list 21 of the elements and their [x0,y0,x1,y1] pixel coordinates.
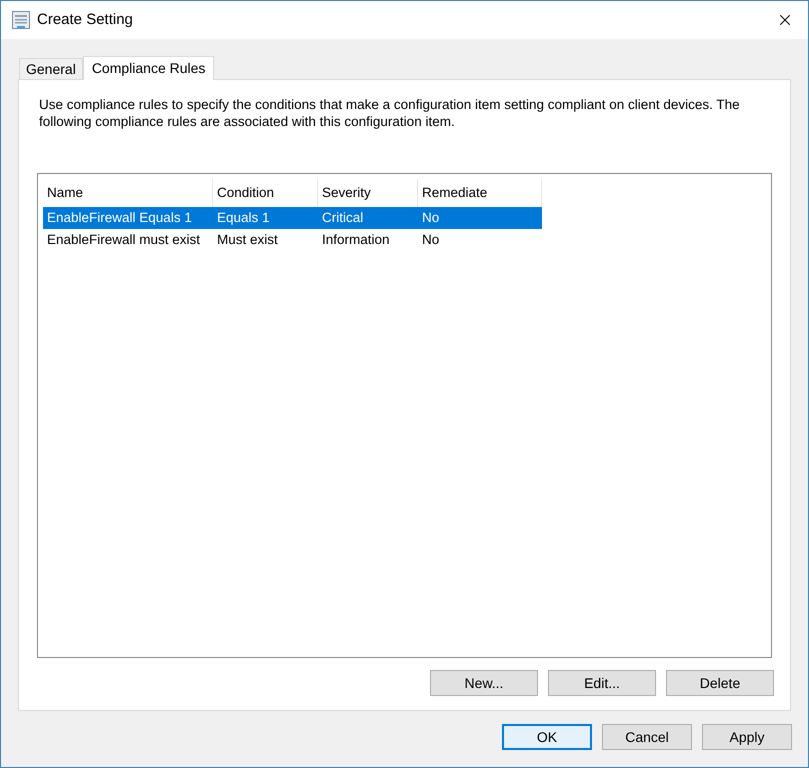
table-cell-text: Information [321,230,391,249]
table-row[interactable]: EnableFirewall Equals 1 Equals 1 Critical No [43,207,542,229]
dialog-button[interactable]: Apply [702,724,792,750]
table-cell-text: EnableFirewall Equals 1 [46,208,193,227]
tab[interactable]: Compliance Rules [82,56,214,80]
dialog-button[interactable]: Cancel [602,724,692,750]
table-cell-text: Critical [321,208,364,227]
table-cell-text: No [421,208,440,227]
dialog-button[interactable]: OK [502,724,592,750]
table-row[interactable]: EnableFirewall must exist Must exist Information No [43,229,542,251]
description-text: Use compliance rules to specify the conditions that make a configuration item setting compliant on client devices. The following compliance rules are associated with this configuration item. [38,96,741,130]
rule-button[interactable]: New... [430,670,538,696]
table-cell-text: Must exist [216,230,279,249]
document-icon [11,10,31,30]
tab[interactable]: General [19,58,83,79]
window-title: Create Setting [37,10,133,30]
rule-button[interactable]: Edit... [548,670,656,696]
table-cell-text: Equals 1 [216,208,271,227]
rule-button[interactable]: Delete [666,670,774,696]
table-cell-text: EnableFirewall must exist [46,230,202,249]
table-cell-text: No [421,230,440,249]
